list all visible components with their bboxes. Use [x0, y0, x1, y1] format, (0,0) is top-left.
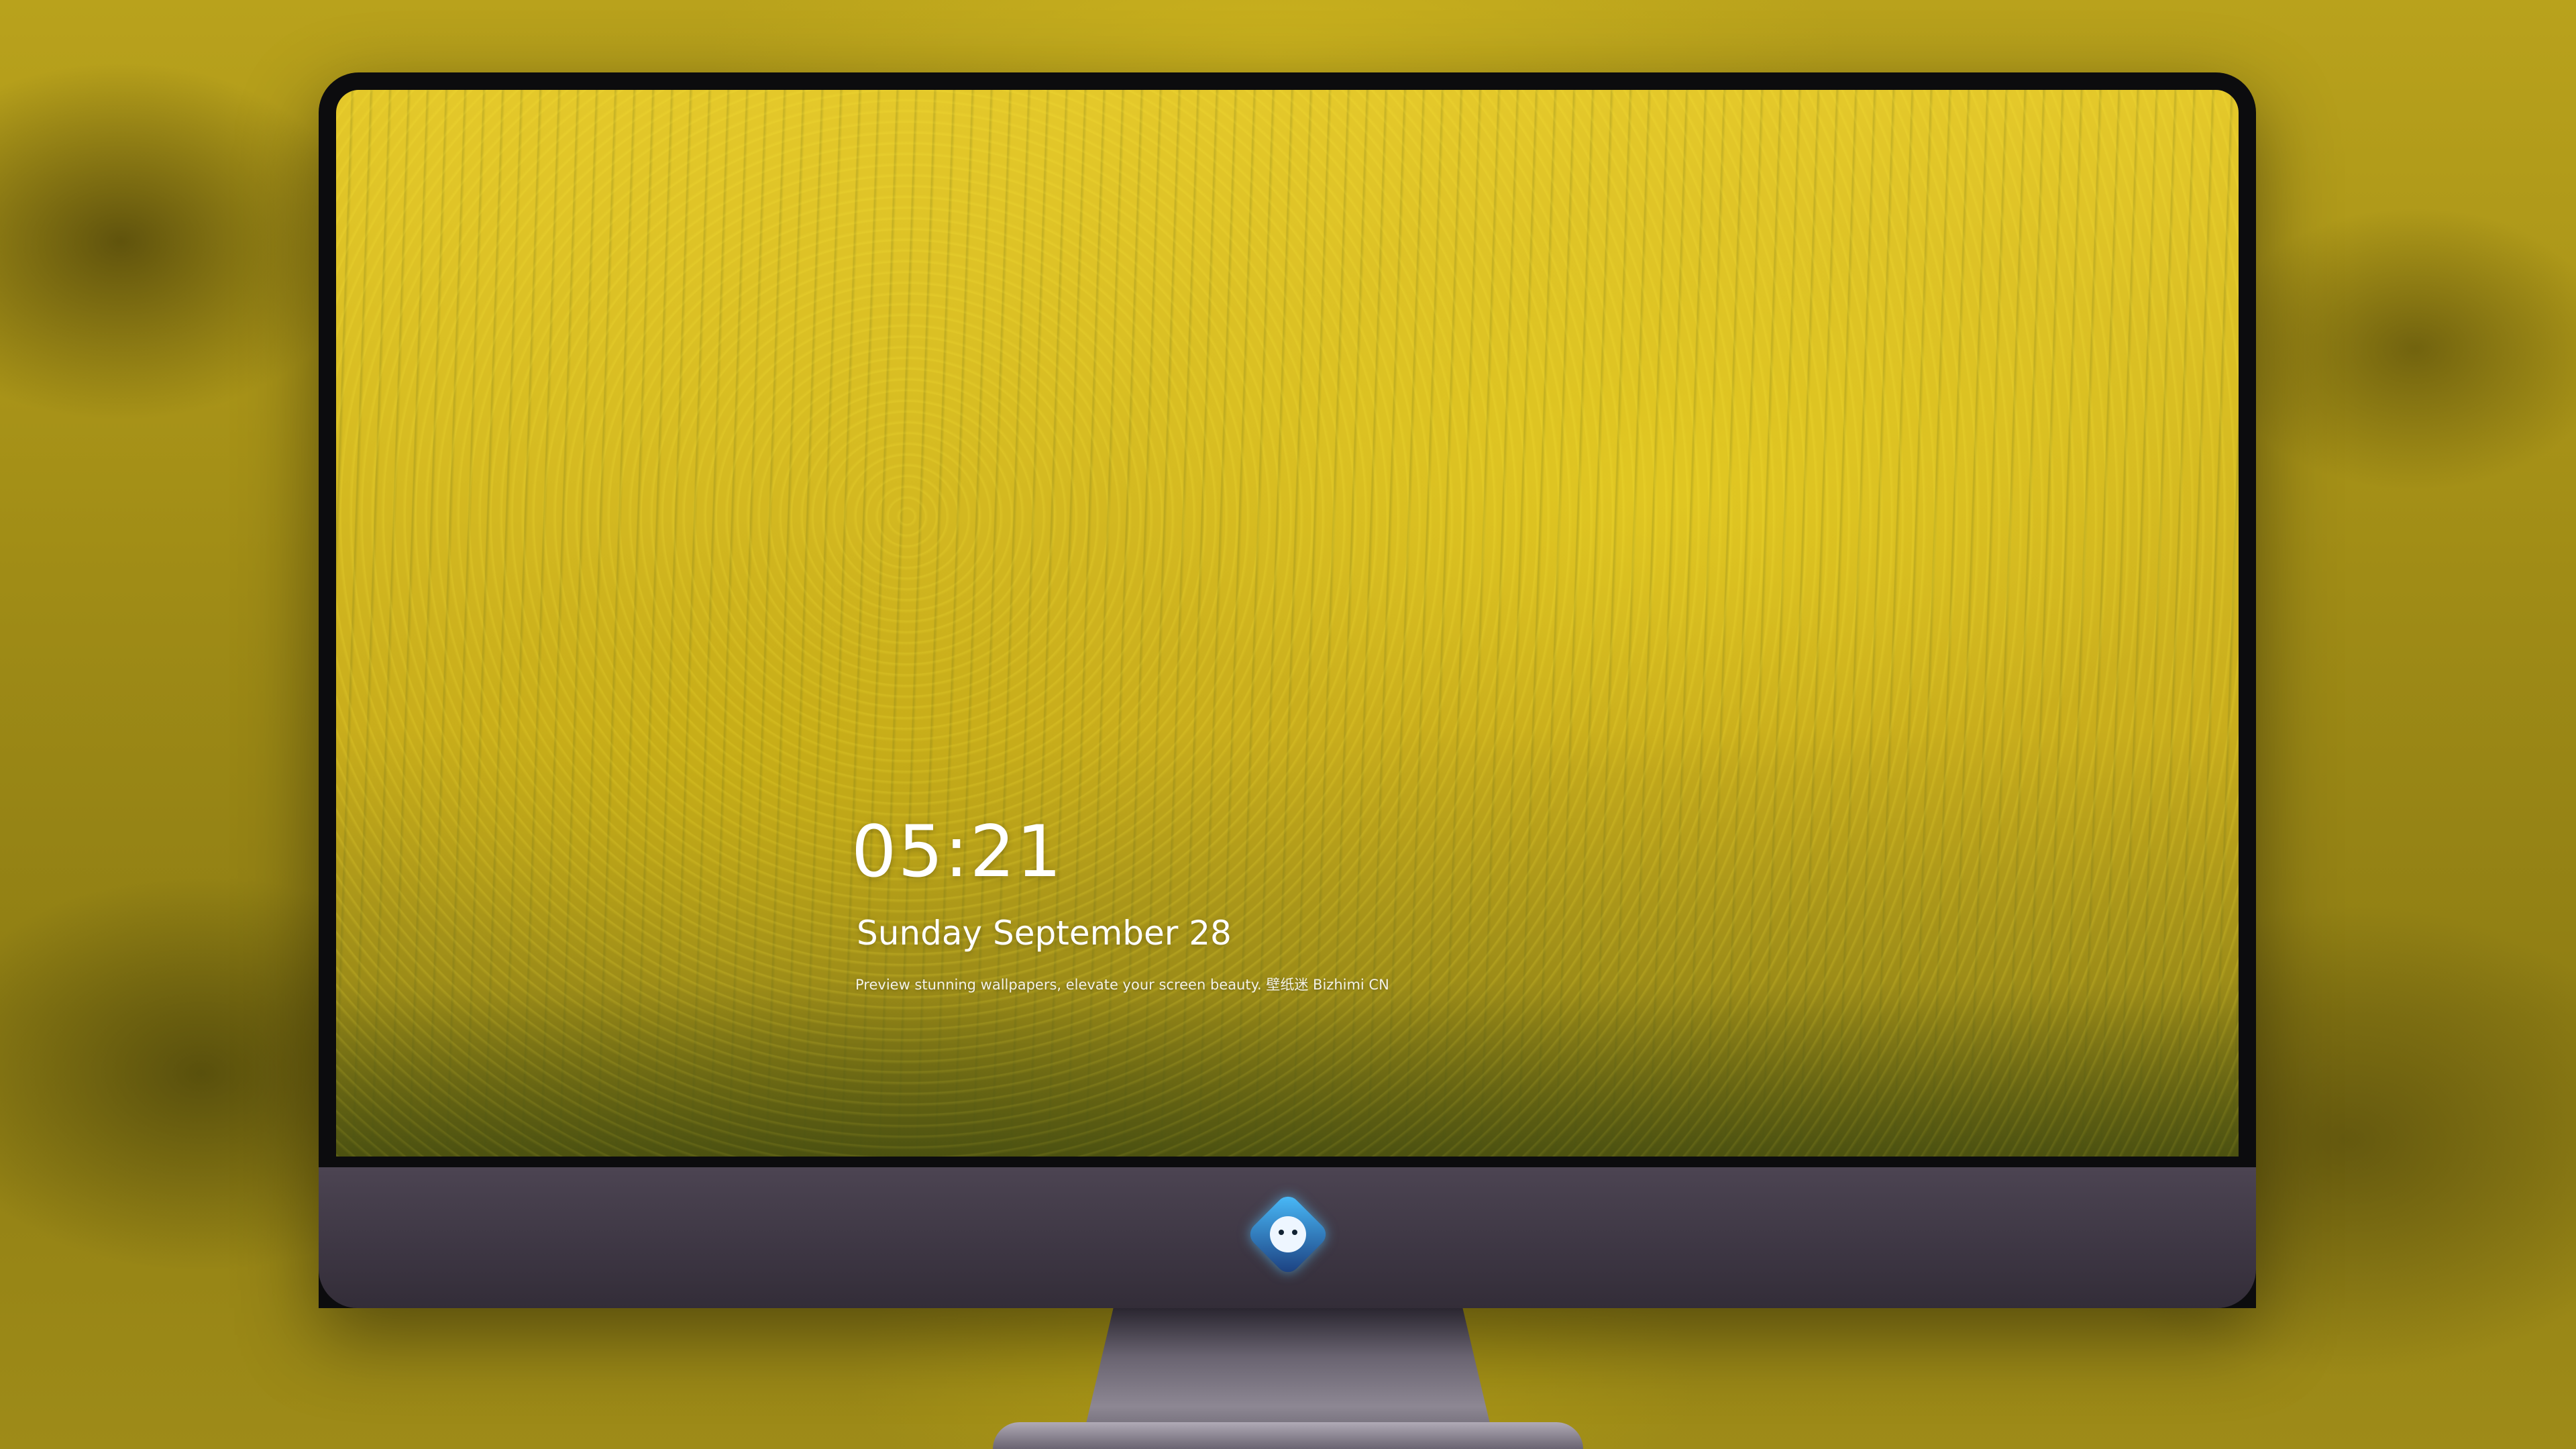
mascot-face-icon — [1270, 1216, 1306, 1252]
monitor-stand-base — [993, 1422, 1583, 1449]
lock-screen-date: Sunday September 28 — [857, 914, 1232, 953]
monitor-chin — [319, 1167, 2256, 1308]
wallpaper-tagline: Preview stunning wallpapers, elevate you… — [855, 977, 1389, 993]
brand-logo-icon — [1245, 1191, 1331, 1277]
lock-screen-time: 05:21 — [851, 810, 1063, 893]
wallpaper-shade — [336, 982, 2239, 1157]
screen-wallpaper: 05:21 Sunday September 28 Preview stunni… — [336, 90, 2239, 1157]
monitor: 05:21 Sunday September 28 Preview stunni… — [319, 72, 2256, 1308]
